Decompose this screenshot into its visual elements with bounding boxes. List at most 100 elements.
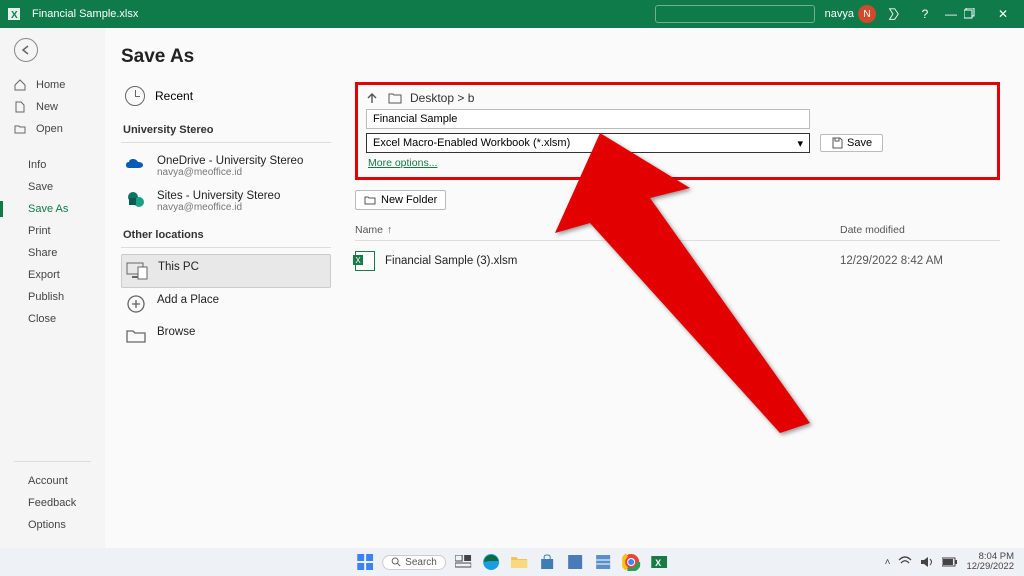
nav-save[interactable]: Save [0,176,105,198]
location-title: Browse [157,326,195,338]
back-button[interactable] [14,38,38,62]
nav-label: New [36,101,58,113]
search-label: Search [405,557,437,568]
nav-label: Open [36,123,63,135]
file-list-header: Name ↑ Date modified [355,220,1000,241]
this-pc-icon [126,261,148,281]
nav-info[interactable]: Info [0,154,105,176]
user-avatar[interactable]: N [858,5,876,23]
more-options-link[interactable]: More options... [368,157,437,169]
browse-icon [125,326,147,346]
minimize-icon[interactable]: — [938,7,964,21]
windows-taskbar: Search X ˄ 8:04 PM 12/29/2022 [0,548,1024,576]
folder-icon [388,92,402,104]
nav-save-as[interactable]: Save As [0,198,105,220]
svg-text:X: X [11,10,18,21]
volume-icon[interactable] [920,556,934,568]
location-this-pc[interactable]: This PC [121,254,331,288]
excel-taskbar-icon[interactable]: X [648,551,670,573]
nav-label: Feedback [28,497,76,509]
file-list: Name ↑ Date modified Financial Sample (3… [355,220,1000,281]
nav-options[interactable]: Options [0,514,105,536]
save-label: Save [847,137,872,149]
sharepoint-icon [125,190,147,210]
nav-feedback[interactable]: Feedback [0,492,105,514]
battery-icon[interactable] [942,557,958,567]
nav-open[interactable]: Open [0,118,105,140]
nav-label: Home [36,79,65,91]
date-value: 12/29/2022 [966,562,1014,572]
file-row[interactable]: Financial Sample (3).xlsm 12/29/2022 8:4… [355,241,1000,281]
save-button[interactable]: Save [820,134,883,152]
taskbar-search[interactable]: Search [382,555,446,570]
nav-label: Save As [28,203,68,215]
recent-location[interactable]: Recent [121,82,331,118]
title-bar: X Financial Sample.xlsx navya N ? — ✕ [0,0,1024,28]
nav-export[interactable]: Export [0,264,105,286]
nav-label: Account [28,475,68,487]
location-onedrive[interactable]: OneDrive - University Stereo navya@meoff… [121,149,331,184]
document-title: Financial Sample.xlsx [32,8,138,20]
app-icon-1[interactable] [564,551,586,573]
edge-icon[interactable] [480,551,502,573]
new-folder-button[interactable]: New Folder [355,190,446,210]
location-browse[interactable]: Browse [121,320,331,352]
clock-icon [125,86,145,106]
store-icon[interactable] [536,551,558,573]
home-icon [14,79,28,91]
chrome-icon[interactable] [620,551,642,573]
save-icon [831,137,843,149]
file-date: 12/29/2022 8:42 AM [840,255,1000,267]
wifi-icon[interactable] [898,556,912,568]
nav-share[interactable]: Share [0,242,105,264]
nav-label: Publish [28,291,64,303]
column-date-header[interactable]: Date modified [840,224,1000,236]
location-subtitle: navya@meoffice.id [157,167,303,178]
content-pane: Save As Recent University Stereo OneDriv… [105,28,1024,548]
nav-new[interactable]: New [0,96,105,118]
nav-home[interactable]: Home [0,74,105,96]
breadcrumb-path[interactable]: Desktop > b [410,91,474,105]
app-icon-2[interactable] [592,551,614,573]
location-title: OneDrive - University Stereo [157,155,303,167]
system-clock[interactable]: 8:04 PM 12/29/2022 [966,552,1014,573]
search-icon [391,557,401,567]
location-sites[interactable]: Sites - University Stereo navya@meoffice… [121,184,331,219]
chevron-down-icon: ▾ [797,137,803,150]
new-folder-icon [364,195,376,205]
nav-publish[interactable]: Publish [0,286,105,308]
nav-label: Options [28,519,66,531]
tray-chevron-icon[interactable]: ˄ [885,557,891,568]
task-view-icon[interactable] [452,551,474,573]
onedrive-icon [125,155,147,175]
close-icon[interactable]: ✕ [990,7,1016,21]
new-icon [14,101,28,113]
nav-print[interactable]: Print [0,220,105,242]
new-folder-label: New Folder [381,194,437,206]
user-name[interactable]: navya [825,8,854,20]
coming-soon-icon[interactable] [886,7,912,21]
up-one-level-icon[interactable] [366,92,380,104]
filetype-value: Excel Macro-Enabled Workbook (*.xlsm) [373,137,570,149]
section-header-university: University Stereo [123,124,331,136]
section-header-other: Other locations [123,229,331,241]
location-title: Sites - University Stereo [157,190,280,202]
open-icon [14,123,28,135]
nav-account[interactable]: Account [0,470,105,492]
column-name-header[interactable]: Name ↑ [355,224,840,236]
start-button[interactable] [354,551,376,573]
nav-label: Info [28,159,46,171]
save-panel-column: Desktop > b Excel Macro-Enabled Workbook… [355,82,1000,352]
location-title: Add a Place [157,294,219,306]
location-add-place[interactable]: Add a Place [121,288,331,320]
help-icon[interactable]: ? [912,7,938,21]
restore-icon[interactable] [964,8,990,20]
file-explorer-icon[interactable] [508,551,530,573]
nav-close[interactable]: Close [0,308,105,330]
filetype-dropdown[interactable]: Excel Macro-Enabled Workbook (*.xlsm) ▾ [366,133,810,153]
page-title: Save As [121,46,1000,68]
xlsm-file-icon [355,251,375,271]
filename-input[interactable] [366,109,810,129]
tell-me-search[interactable] [655,5,815,23]
backstage-sidebar: Home New Open Info Save Save As Print Sh… [0,28,105,548]
